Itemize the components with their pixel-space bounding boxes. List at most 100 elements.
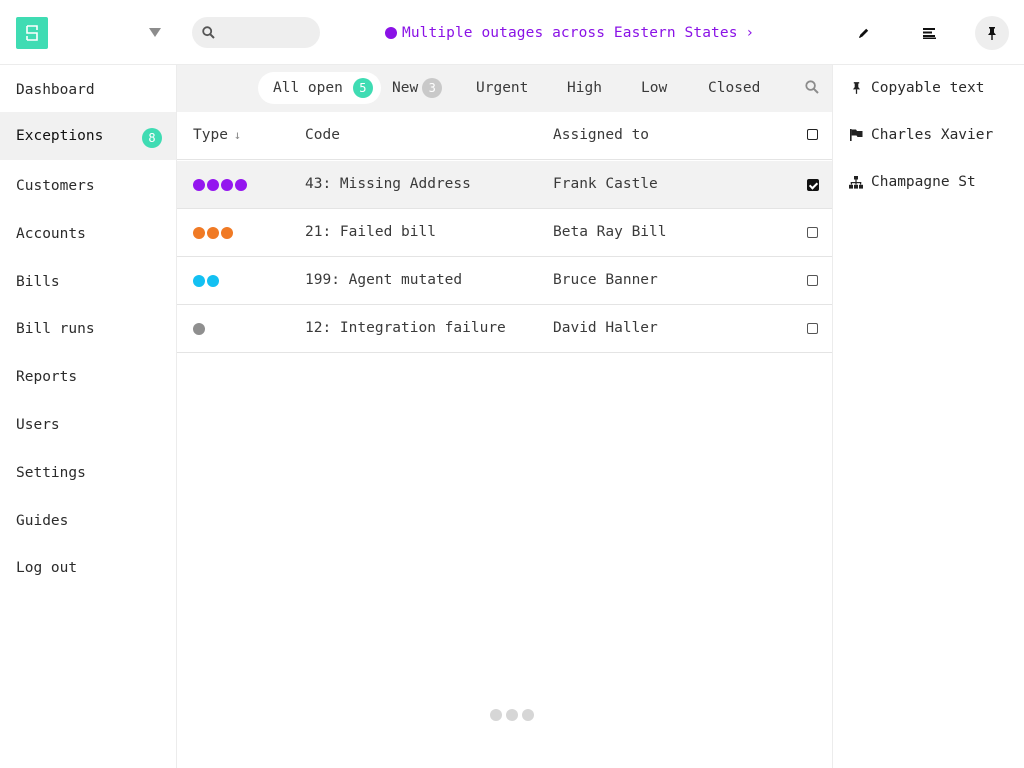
detail-copyable-text[interactable]: Copyable text bbox=[849, 77, 985, 99]
assigned-to: Frank Castle bbox=[553, 176, 658, 192]
detail-label: Charles Xavier bbox=[871, 127, 994, 143]
sidebar-item-settings[interactable]: Settings bbox=[0, 449, 176, 497]
search-icon bbox=[202, 26, 215, 39]
sidebar-item-label: Accounts bbox=[16, 226, 86, 242]
sidebar-item-accounts[interactable]: Accounts bbox=[0, 210, 176, 258]
exception-code: 43: Missing Address bbox=[305, 176, 471, 192]
tab-label: All open bbox=[273, 80, 343, 96]
tab-low[interactable]: Low bbox=[641, 72, 667, 104]
row-checkbox[interactable] bbox=[807, 323, 818, 334]
tab-urgent[interactable]: Urgent bbox=[476, 72, 528, 104]
list-button[interactable] bbox=[912, 17, 946, 49]
priority-indicator bbox=[193, 179, 249, 191]
brand-logo-icon[interactable] bbox=[16, 17, 48, 49]
details-panel: Copyable text Charles Xavier Champagne S… bbox=[832, 65, 1024, 768]
assigned-to: David Haller bbox=[553, 320, 658, 336]
search-icon[interactable] bbox=[805, 80, 819, 98]
sidebar-item-guides[interactable]: Guides bbox=[0, 497, 176, 545]
priority-indicator bbox=[193, 227, 235, 239]
assigned-to: Bruce Banner bbox=[553, 272, 658, 288]
column-header-assigned-to[interactable]: Assigned to bbox=[553, 127, 649, 143]
loading-indicator bbox=[490, 709, 538, 721]
sitemap-icon bbox=[849, 175, 863, 189]
tab-high[interactable]: High bbox=[567, 72, 602, 104]
exception-code: 199: Agent mutated bbox=[305, 272, 463, 288]
loader-dot bbox=[522, 709, 534, 721]
table-row[interactable]: 12: Integration failure David Haller bbox=[177, 305, 832, 353]
detail-label: Champagne St bbox=[871, 174, 976, 190]
priority-dot-icon bbox=[207, 275, 219, 287]
select-all-checkbox[interactable] bbox=[807, 129, 818, 140]
sidebar-item-label: Guides bbox=[16, 513, 69, 529]
pin-icon bbox=[988, 26, 996, 40]
tab-label: New bbox=[392, 80, 419, 96]
priority-indicator bbox=[193, 275, 221, 287]
tab-all-open[interactable]: All open 5 bbox=[258, 72, 381, 104]
filter-bar: All open 5 New 3 Urgent High Low Closed bbox=[177, 65, 832, 112]
alert-dot-icon bbox=[385, 27, 397, 39]
global-search-input[interactable] bbox=[220, 23, 310, 42]
priority-dot-icon bbox=[235, 179, 247, 191]
table-row[interactable]: 199: Agent mutated Bruce Banner bbox=[177, 257, 832, 305]
tab-count-badge: 5 bbox=[352, 78, 373, 98]
exception-code: 12: Integration failure bbox=[305, 320, 506, 336]
table-row[interactable]: 21: Failed bill Beta Ray Bill bbox=[177, 209, 832, 257]
sidebar-item-label: Reports bbox=[16, 369, 78, 385]
global-search[interactable] bbox=[192, 17, 320, 48]
priority-dot-icon bbox=[193, 179, 205, 191]
edit-button[interactable] bbox=[847, 17, 881, 49]
sidebar-item-users[interactable]: Users bbox=[0, 401, 176, 449]
tab-label: Urgent bbox=[476, 80, 529, 96]
table-row[interactable]: 43: Missing Address Frank Castle bbox=[177, 161, 832, 209]
row-checkbox[interactable] bbox=[807, 275, 818, 286]
priority-dot-icon bbox=[193, 323, 205, 335]
detail-label: Copyable text bbox=[871, 80, 985, 96]
pin-icon bbox=[849, 81, 863, 95]
priority-dot-icon bbox=[193, 227, 205, 239]
loader-dot bbox=[506, 709, 518, 721]
tab-closed[interactable]: Closed bbox=[708, 72, 760, 104]
outage-alert-link[interactable]: Multiple outages across Eastern States › bbox=[385, 22, 754, 44]
caret-down-icon[interactable] bbox=[147, 24, 163, 40]
table-header: Type ↓ Code Assigned to bbox=[177, 112, 832, 160]
column-header-label: Type bbox=[193, 127, 228, 143]
priority-dot-icon bbox=[221, 227, 233, 239]
sidebar-item-customers[interactable]: Customers bbox=[0, 162, 176, 210]
tab-label: Closed bbox=[708, 80, 761, 96]
priority-dot-icon bbox=[207, 227, 219, 239]
column-header-code[interactable]: Code bbox=[305, 127, 340, 143]
column-header-type[interactable]: Type ↓ bbox=[193, 127, 241, 143]
sidebar-nav: Dashboard Exceptions 8 Customers Account… bbox=[0, 65, 177, 768]
exceptions-count-badge: 8 bbox=[142, 128, 162, 148]
priority-dot-icon bbox=[207, 179, 219, 191]
sidebar-item-label: Users bbox=[16, 417, 60, 433]
sidebar-item-bill-runs[interactable]: Bill runs bbox=[0, 305, 176, 353]
sidebar-item-label: Bill runs bbox=[16, 321, 95, 337]
row-checkbox[interactable] bbox=[807, 179, 819, 191]
sidebar-item-reports[interactable]: Reports bbox=[0, 353, 176, 401]
sort-arrow-down-icon: ↓ bbox=[233, 128, 242, 142]
loader-dot bbox=[490, 709, 502, 721]
detail-location[interactable]: Champagne St bbox=[849, 171, 976, 193]
tab-count-badge: 3 bbox=[422, 78, 443, 98]
sidebar-item-label: Exceptions bbox=[16, 128, 104, 144]
row-checkbox[interactable] bbox=[807, 227, 818, 238]
sidebar-item-exceptions[interactable]: Exceptions 8 bbox=[0, 112, 176, 160]
sidebar-item-label: Customers bbox=[16, 178, 95, 194]
pin-button[interactable] bbox=[975, 16, 1009, 50]
pencil-icon bbox=[859, 28, 869, 38]
exception-code: 21: Failed bill bbox=[305, 224, 436, 240]
sidebar-item-label: Dashboard bbox=[16, 82, 95, 98]
tab-new[interactable]: New 3 bbox=[392, 72, 443, 104]
sidebar-item-bills[interactable]: Bills bbox=[0, 258, 176, 306]
sidebar-item-label: Settings bbox=[16, 465, 86, 481]
list-icon bbox=[922, 28, 936, 39]
sidebar-item-label: Bills bbox=[16, 274, 60, 290]
priority-indicator bbox=[193, 323, 207, 335]
flag-icon bbox=[849, 128, 863, 142]
sidebar-item-dashboard[interactable]: Dashboard bbox=[0, 66, 176, 114]
sidebar-item-label: Log out bbox=[16, 560, 78, 576]
detail-assignee[interactable]: Charles Xavier bbox=[849, 124, 993, 146]
sidebar-item-log-out[interactable]: Log out bbox=[0, 544, 176, 592]
chevron-right-icon: › bbox=[745, 25, 755, 41]
